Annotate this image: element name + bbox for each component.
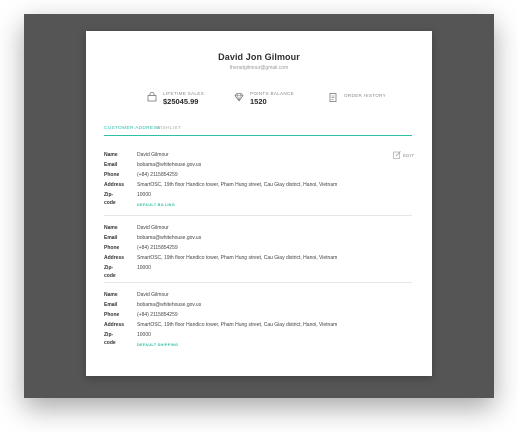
field-value: (+84) 2115854259 <box>137 245 178 251</box>
customer-name: David Jon Gilmour <box>218 52 300 62</box>
field-value: 10000 <box>137 192 151 198</box>
field-label: Email <box>104 162 118 168</box>
order-history-link[interactable]: ORDER HISTORY <box>328 91 386 111</box>
profile-tabs: CUSTOMER ADDRESS WISHLIST <box>104 126 412 136</box>
field-label: Address <box>104 182 125 188</box>
field-value: bobama@whitehouse.gov.us <box>137 162 202 168</box>
tab-wishlist[interactable]: WISHLIST <box>156 126 181 131</box>
field-value: (+84) 2115854259 <box>137 172 178 178</box>
stat-value: $25045.99 <box>163 97 199 106</box>
field-label: Name <box>104 152 118 158</box>
default-billing-badge: DEFAULT BILLING <box>137 203 175 207</box>
field-value: David Gilmour <box>137 292 169 298</box>
field-value: bobama@whitehouse.gov.us <box>137 235 202 241</box>
divider <box>104 215 412 216</box>
bag-icon <box>147 92 157 102</box>
tab-customer-address[interactable]: CUSTOMER ADDRESS <box>104 126 160 131</box>
field-label: Phone <box>104 172 120 178</box>
field-label: Name <box>104 225 118 231</box>
field-value: (+84) 2115854259 <box>137 312 178 318</box>
stat-lifetime-sales: LIFETIME SALES $25045.99 <box>147 91 204 111</box>
field-value: SmartOSC, 19th floor Handico tower, Pham… <box>137 182 338 188</box>
field-value: 10000 <box>137 332 151 338</box>
field-value: 10000 <box>137 265 151 271</box>
default-shipping-badge: DEFAULT SHIPPING <box>137 343 179 347</box>
field-value: SmartOSC, 19th floor Handico tower, Pham… <box>137 255 338 261</box>
field-label: Zip-code <box>104 332 116 346</box>
edit-button[interactable]: EDIT <box>393 151 414 159</box>
diamond-icon <box>234 93 244 102</box>
field-label: Email <box>104 302 118 308</box>
edit-label: EDIT <box>403 152 415 158</box>
field-label: Zip-code <box>104 192 116 206</box>
field-label: Address <box>104 255 125 261</box>
field-label: Name <box>104 292 118 298</box>
field-label: Address <box>104 322 125 328</box>
field-label: Phone <box>104 245 120 251</box>
clipboard-icon <box>329 93 337 102</box>
customer-profile-card: David Jon Gilmour theradgilmour@gmail.co… <box>86 31 432 376</box>
field-label: Email <box>104 235 118 241</box>
stat-label: ORDER HISTORY <box>344 93 387 98</box>
field-value: David Gilmour <box>137 225 169 231</box>
field-label: Zip-code <box>104 265 116 279</box>
field-value: David Gilmour <box>137 152 169 158</box>
customer-email: theradgilmour@gmail.com <box>229 65 289 71</box>
divider <box>104 282 412 283</box>
stat-points-balance: POINTS BALANCE 1520 <box>234 91 294 111</box>
field-value: bobama@whitehouse.gov.us <box>137 302 202 308</box>
stat-value: 1520 <box>250 97 267 106</box>
field-value: SmartOSC, 19th floor Handico tower, Pham… <box>137 322 338 328</box>
edit-icon <box>393 151 401 159</box>
field-label: Phone <box>104 312 120 318</box>
